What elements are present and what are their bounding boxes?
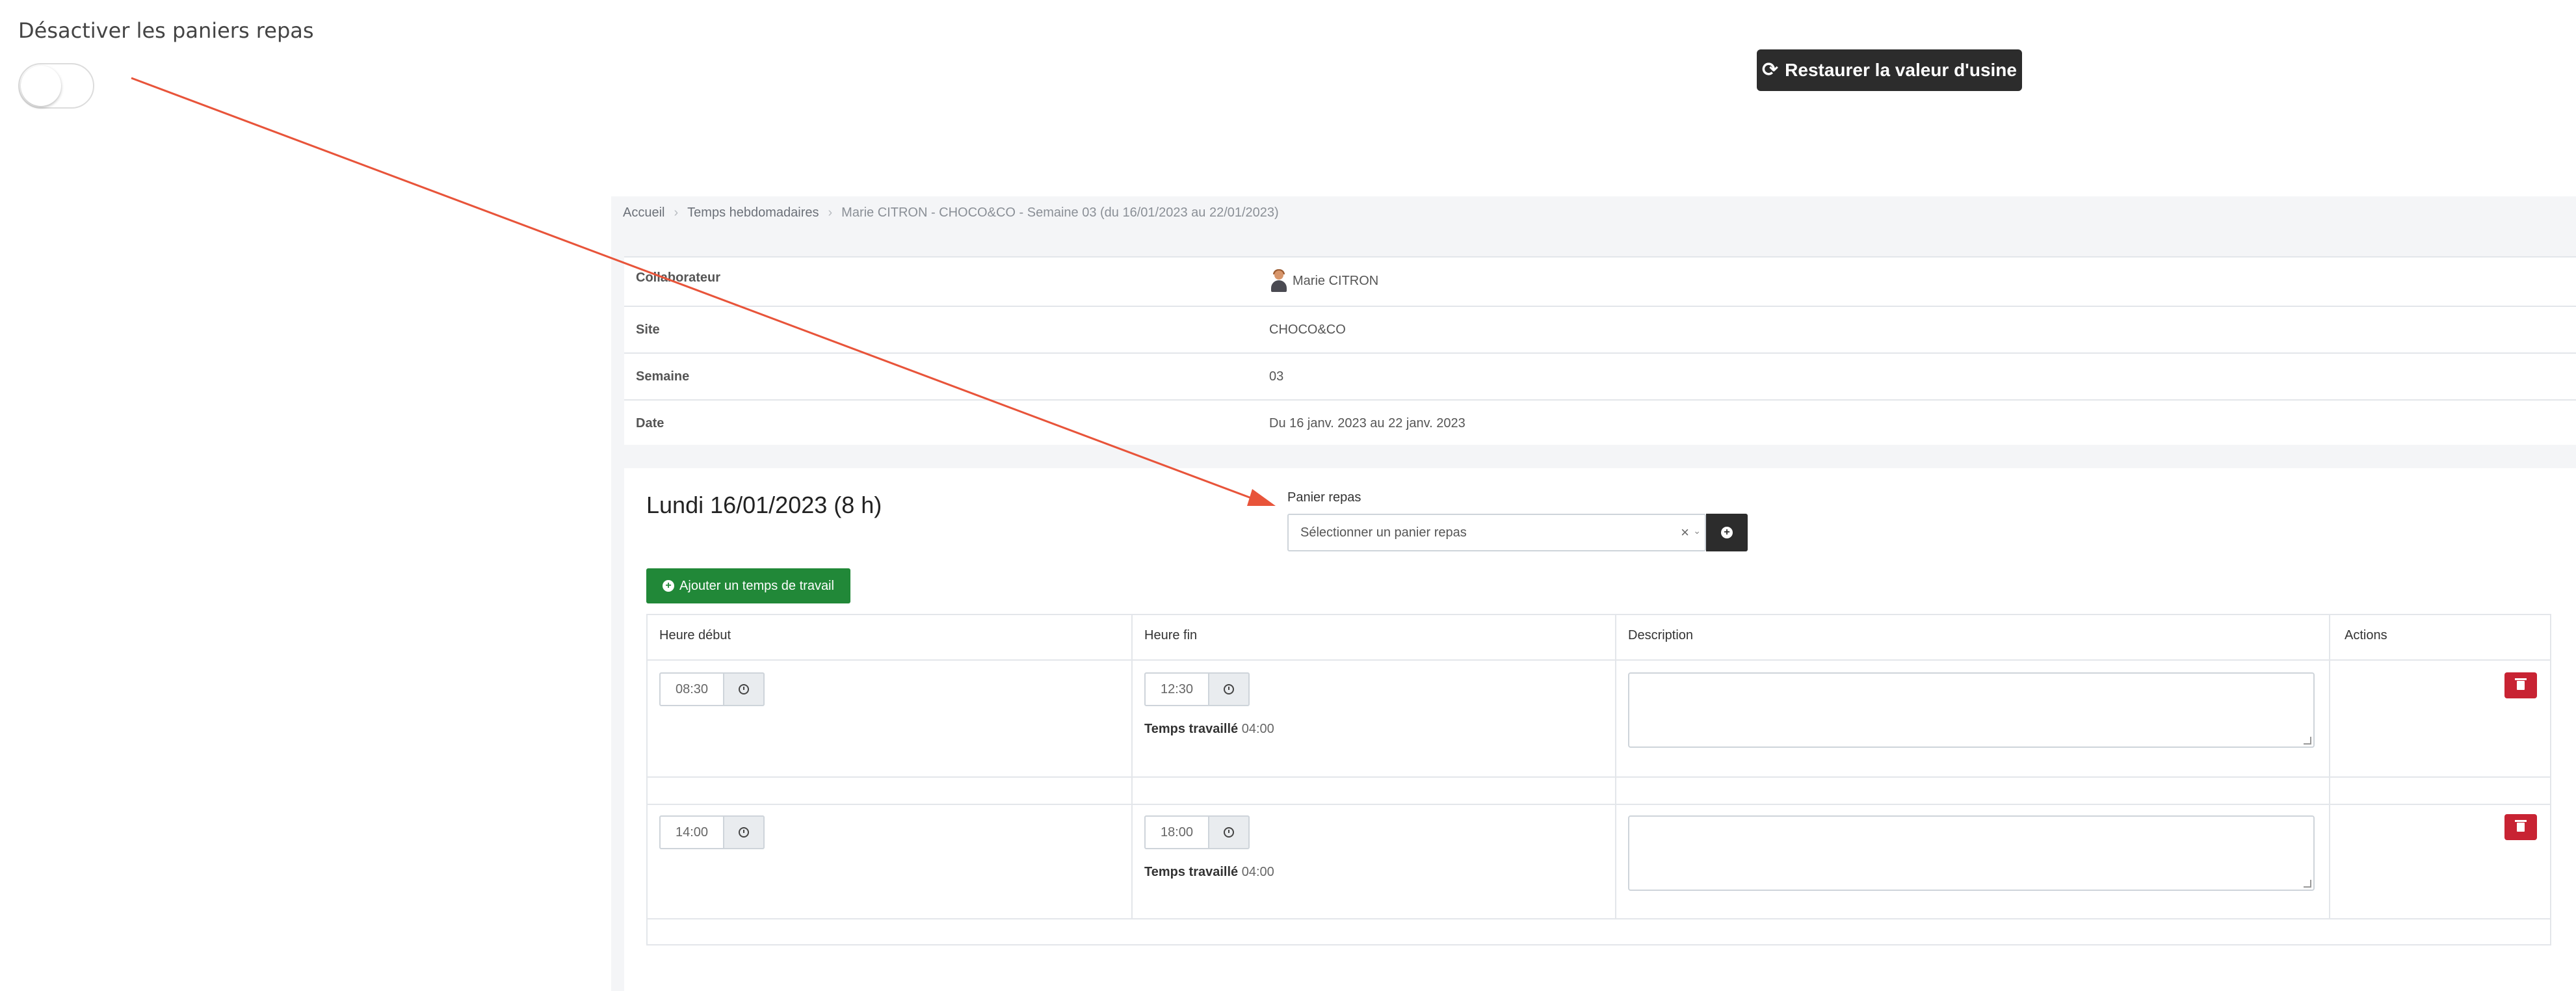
column-divider — [2329, 615, 2330, 919]
info-label: Site — [636, 323, 660, 337]
start-time-input[interactable]: 14:00 — [659, 815, 724, 849]
info-row-semaine: Semaine 03 — [624, 354, 2576, 401]
breadcrumb-separator: › — [828, 205, 833, 220]
worked-time-label: Temps travaillé — [1144, 865, 1239, 879]
info-label: Semaine — [636, 369, 690, 384]
day-title: Lundi 16/01/2023 (8 h) — [646, 492, 882, 518]
col-header-start: Heure début — [659, 628, 731, 642]
disable-meal-baskets-toggle[interactable] — [18, 63, 94, 109]
setting-title: Désactiver les paniers repas — [18, 18, 314, 43]
info-label: Date — [636, 416, 664, 430]
restore-factory-button[interactable]: ⟳ Restaurer la valeur d'usine — [1757, 49, 2022, 91]
worked-time: Temps travaillé 04:00 — [1144, 865, 1274, 880]
plus-circle-icon: + — [1721, 527, 1733, 538]
col-header-actions: Actions — [2345, 628, 2387, 642]
info-value: CHOCO&CO — [1269, 323, 1346, 337]
column-divider — [1131, 615, 1133, 919]
panier-select[interactable]: Sélectionner un panier repas × ⌄ — [1287, 514, 1706, 551]
breadcrumb: Accueil › Temps hebdomadaires › Marie CI… — [623, 205, 1279, 220]
clock-button[interactable] — [724, 815, 765, 849]
description-textarea[interactable] — [1628, 672, 2315, 748]
clock-button[interactable] — [724, 672, 765, 706]
end-time-input[interactable]: 18:00 — [1144, 815, 1209, 849]
breadcrumb-home[interactable]: Accueil — [623, 205, 664, 220]
collaborator-name[interactable]: Marie CITRON — [1293, 274, 1378, 289]
restore-factory-label: Restaurer la valeur d'usine — [1785, 60, 2017, 80]
clock-icon — [1224, 827, 1234, 838]
plus-circle-icon: + — [663, 580, 675, 592]
panier-placeholder: Sélectionner un panier repas — [1300, 525, 1467, 540]
info-value: 03 — [1269, 369, 1284, 384]
info-row-date: Date Du 16 janv. 2023 au 22 janv. 2023 — [624, 401, 2576, 446]
panier-label: Panier repas — [1287, 490, 1361, 505]
breadcrumb-current: Marie CITRON - CHOCO&CO - Semaine 03 (du… — [841, 205, 1279, 220]
table-header: Heure début Heure fin Description Action… — [648, 615, 2550, 661]
clock-icon — [739, 827, 749, 838]
info-table: Collaborateur Marie CITRON Site CHOCO&CO… — [624, 256, 2576, 445]
toggle-knob — [21, 66, 61, 106]
row-divider — [648, 776, 2550, 778]
start-time-field: 14:00 — [659, 815, 765, 849]
clock-button[interactable] — [1209, 815, 1250, 849]
breadcrumb-separator: › — [674, 205, 679, 220]
row-divider — [648, 804, 2550, 805]
clear-icon[interactable]: × — [1681, 524, 1689, 541]
worked-time: Temps travaillé 04:00 — [1144, 722, 1274, 737]
start-time-field: 08:30 — [659, 672, 765, 706]
clock-button[interactable] — [1209, 672, 1250, 706]
clock-icon — [1224, 684, 1234, 694]
col-header-description: Description — [1628, 628, 1694, 642]
info-value: Marie CITRON — [1269, 269, 1378, 293]
refresh-icon: ⟳ — [1762, 59, 1779, 81]
end-time-field: 12:30 — [1144, 672, 1250, 706]
add-panier-button[interactable]: + — [1706, 514, 1748, 551]
worked-time-label: Temps travaillé — [1144, 722, 1239, 736]
end-time-input[interactable]: 12:30 — [1144, 672, 1209, 706]
trash-icon — [2515, 678, 2527, 690]
info-row-site: Site CHOCO&CO — [624, 307, 2576, 354]
info-label: Collaborateur — [636, 271, 721, 285]
screenshot-stage: Désactiver les paniers repas ⟳ Restaurer… — [0, 0, 2576, 991]
trash-icon — [2515, 820, 2527, 832]
column-divider — [1615, 615, 1616, 919]
end-time-field: 18:00 — [1144, 815, 1250, 849]
row-divider — [648, 918, 2550, 919]
description-textarea[interactable] — [1628, 815, 2315, 891]
col-header-end: Heure fin — [1144, 628, 1198, 642]
clock-icon — [739, 684, 749, 694]
breadcrumb-weekly-times[interactable]: Temps hebdomadaires — [687, 205, 819, 220]
info-value: Du 16 janv. 2023 au 22 janv. 2023 — [1269, 416, 1465, 430]
delete-row-button[interactable] — [2504, 814, 2537, 840]
info-row-collaborateur: Collaborateur Marie CITRON — [624, 258, 2576, 307]
start-time-input[interactable]: 08:30 — [659, 672, 724, 706]
avatar-icon — [1269, 269, 1289, 293]
work-time-table: Heure début Heure fin Description Action… — [646, 614, 2551, 945]
delete-row-button[interactable] — [2504, 672, 2537, 698]
worked-time-value: 04:00 — [1241, 865, 1274, 879]
add-work-time-button[interactable]: + Ajouter un temps de travail — [646, 568, 850, 603]
chevron-down-icon[interactable]: ⌄ — [1693, 525, 1701, 536]
worked-time-value: 04:00 — [1241, 722, 1274, 736]
add-work-time-label: Ajouter un temps de travail — [679, 578, 834, 593]
